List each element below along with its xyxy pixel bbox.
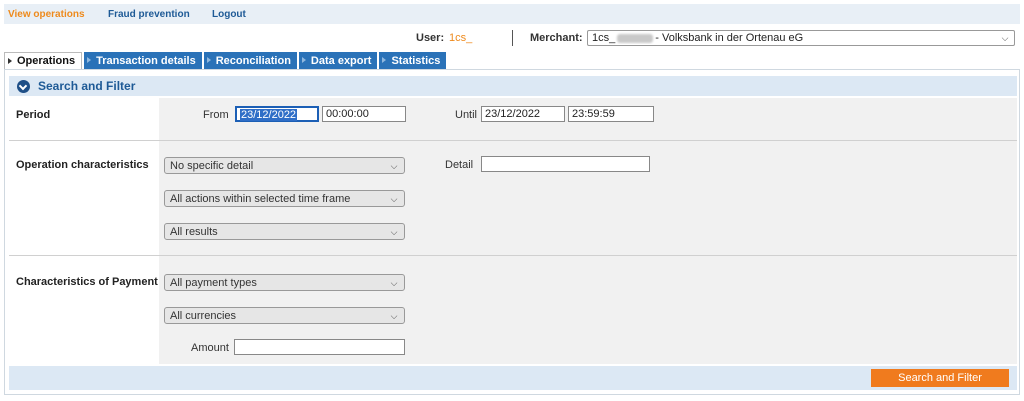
tab-arrow-icon [382,57,387,63]
currencies-select[interactable]: All currencies ⌵ [164,307,405,324]
until-label: Until [455,109,478,121]
separator [512,30,513,46]
search-filter-header[interactable]: Search and Filter [9,76,1017,96]
tab-operations[interactable]: Operations [4,52,83,69]
operation-detail-select[interactable]: No specific detail ⌵ [164,157,405,174]
row-divider [9,255,1017,256]
user-merchant-row: User: 1cs_ Merchant: 1cs_ - Volksbank in … [0,30,1024,46]
chevron-down-icon: ⌵ [390,160,398,171]
redacted-blur [617,33,654,43]
merchant-selected-value: 1cs_ - Volksbank in der Ortenau eG [592,32,804,44]
nav-logout[interactable]: Logout [212,9,246,20]
filter-form: Period From 23/12/2022 00:00:00 Until 23… [9,98,1017,364]
results-select[interactable]: All results ⌵ [164,223,405,240]
from-label: From [203,109,229,121]
payment-types-select[interactable]: All payment types ⌵ [164,274,405,291]
payment-characteristics-label: Characteristics of Payment [16,276,158,288]
section-title: Search and Filter [38,79,136,93]
operation-characteristics-label: Operation characteristics [16,159,149,171]
user-label: User: [416,32,445,44]
detail-input[interactable] [481,156,650,172]
user-value: 1cs_ [449,32,473,44]
chevron-down-icon: ⌵ [390,226,398,237]
search-panel: Search and Filter Period From 23/12/2022… [4,69,1020,395]
tab-arrow-icon [206,57,211,63]
action-bar: Search and Filter [9,366,1017,390]
chevron-down-icon: ⌵ [1001,33,1009,43]
chevron-down-icon: ⌵ [390,193,398,204]
from-date-input[interactable]: 23/12/2022 [235,106,319,122]
from-time-input[interactable]: 00:00:00 [322,106,406,122]
amount-label: Amount [191,342,229,354]
until-time-input[interactable]: 23:59:59 [568,106,654,122]
until-date-input[interactable]: 23/12/2022 [481,106,565,122]
actions-select[interactable]: All actions within selected time frame ⌵ [164,190,405,207]
tab-arrow-icon [8,58,12,64]
nav-fraud-prevention[interactable]: Fraud prevention [108,9,190,20]
chevron-down-icon: ⌵ [390,310,398,321]
top-nav: View operations Fraud prevention Logout [4,4,1020,24]
amount-input[interactable] [234,339,405,355]
period-label: Period [16,109,51,121]
merchant-label: Merchant: [530,32,583,44]
tab-arrow-icon [87,57,92,63]
row-divider [9,140,1017,141]
tab-transaction-details[interactable]: Transaction details [84,52,202,69]
tab-statistics[interactable]: Statistics [379,52,447,69]
tab-arrow-icon [301,57,306,63]
detail-label: Detail [445,159,474,171]
collapse-circle-icon[interactable] [17,79,30,93]
search-filter-button[interactable]: Search and Filter [871,369,1009,387]
nav-view-operations[interactable]: View operations [8,9,85,20]
tab-bar: Operations Transaction details Reconcili… [4,52,448,69]
merchant-select[interactable]: 1cs_ - Volksbank in der Ortenau eG ⌵ [587,30,1015,46]
labels-column [9,98,159,364]
tab-reconciliation[interactable]: Reconciliation [203,52,297,69]
chevron-down-icon: ⌵ [390,277,398,288]
tab-data-export[interactable]: Data export [298,52,378,69]
